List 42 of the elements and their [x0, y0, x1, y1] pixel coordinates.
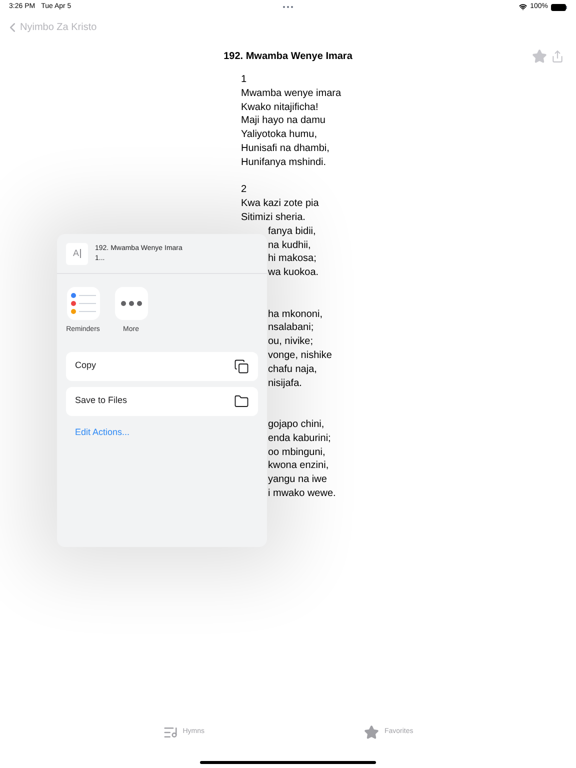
wifi-icon — [519, 3, 528, 11]
lyric-line: Sitimizi sheria. — [241, 210, 306, 225]
folder-icon — [234, 394, 249, 408]
lyric-line: Yaliyotoka humu, — [241, 128, 317, 142]
lyric-line: Kwa kazi zote pia — [241, 197, 319, 211]
lyric-line: Kwako nitajificha! — [241, 100, 318, 114]
reminders-icon[interactable] — [66, 287, 100, 320]
verse-number: 1 — [241, 73, 248, 87]
star-icon[interactable] — [532, 48, 547, 64]
text-document-icon: A — [66, 242, 88, 264]
lyric-line: hi makosa; — [268, 252, 316, 266]
back-button[interactable]: Nyimbo Za Kristo — [5, 20, 97, 35]
music-list-icon[interactable] — [162, 724, 178, 740]
hymn-title: 192. Mwamba Wenye Imara — [224, 50, 352, 64]
lyric-line: enda kaburini; — [268, 432, 331, 446]
edit-actions-link[interactable]: Edit Actions... — [75, 426, 130, 439]
lyric-line: ou, nivike; — [268, 335, 314, 349]
copy-icon — [234, 358, 249, 374]
lyric-line: na kudhii, — [268, 238, 311, 252]
lyric-line: Hunifanya mshindi. — [241, 156, 326, 170]
battery-icon — [551, 4, 567, 10]
lyric-line: yangu na iwe — [268, 473, 327, 487]
star-icon[interactable] — [364, 724, 380, 740]
lyric-line: Hunisafi na dhambi, — [241, 142, 330, 156]
share-action[interactable]: Save to Files — [66, 386, 258, 416]
lyric-line: Mwamba wenye imara — [241, 86, 342, 101]
lyric-line: Maji hayo na damu — [241, 114, 326, 128]
lyric-line: wa kuokoa. — [268, 266, 319, 280]
lyric-line: gojapo chini, — [268, 418, 324, 432]
share-action[interactable]: Copy — [66, 352, 258, 380]
lyric-line: i mwako wewe. — [268, 486, 336, 501]
lyric-line: kwona enzini, — [268, 459, 329, 474]
more-icon[interactable] — [114, 287, 148, 320]
verse-number: 2 — [241, 183, 248, 198]
lyric-line: nsalabani; — [268, 321, 314, 336]
lyric-line: chafu naja, — [268, 362, 317, 377]
lyric-line: vonge, nishike — [268, 348, 332, 363]
lyric-line: nisijafa. — [268, 376, 302, 390]
lyric-line: oo mbinguni, — [268, 446, 326, 460]
lyric-line: fanya bidii, — [268, 224, 316, 239]
share-icon[interactable] — [551, 50, 564, 62]
lyric-line: ha mkononi, — [268, 308, 322, 322]
